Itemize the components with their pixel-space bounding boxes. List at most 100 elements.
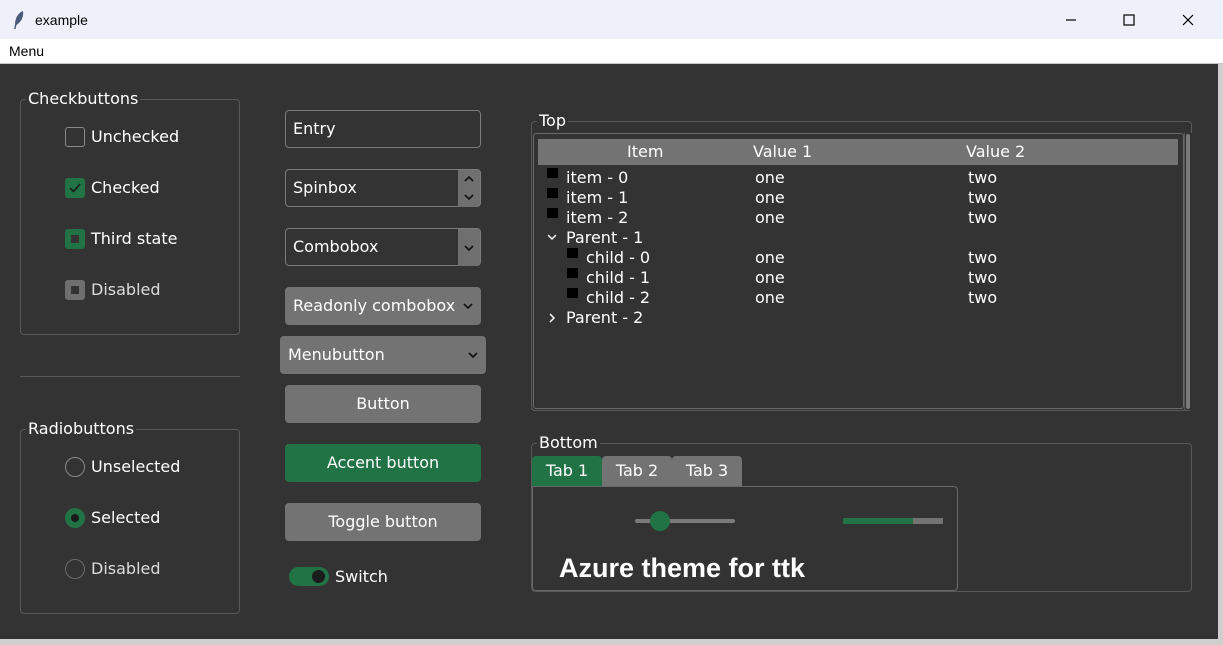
close-button[interactable]: [1159, 0, 1217, 39]
maximize-button[interactable]: [1100, 0, 1158, 39]
radio-disabled-label: Disabled: [91, 559, 161, 578]
tree-row[interactable]: child - 0 one two: [534, 248, 1174, 268]
chevron-down-icon: [463, 303, 473, 310]
column-header-item[interactable]: Item: [627, 142, 663, 162]
close-icon: [1182, 14, 1194, 25]
tree-cell-value-2: two: [968, 268, 998, 287]
treeview[interactable]: Item Value 1 Value 2 item - 0 one two it…: [533, 133, 1184, 409]
tree-cell-item: item - 1: [566, 188, 629, 207]
checkbox-unchecked-label: Unchecked: [91, 127, 180, 146]
menu-item-menu[interactable]: Menu: [9, 43, 44, 59]
treeview-scrollbar-thumb[interactable]: [1186, 134, 1190, 409]
progress-bar-fill: [843, 518, 913, 524]
entry-field[interactable]: Entry: [285, 110, 481, 148]
tree-cell-value-2: two: [968, 208, 998, 227]
menubutton-label: Menubutton: [288, 345, 385, 364]
checkbox-checked[interactable]: [65, 178, 85, 198]
tree-cell-item: Parent - 1: [566, 228, 644, 247]
checkbox-checked-label: Checked: [91, 178, 160, 197]
radio-unselected[interactable]: [65, 457, 85, 477]
switch-label: Switch: [335, 567, 388, 586]
readonly-combobox-value: Readonly combobox: [293, 296, 456, 315]
feather-icon: [14, 11, 24, 29]
checkbox-disabled-label: Disabled: [91, 280, 161, 299]
menu-bar: Menu: [0, 39, 1223, 64]
leaf-icon: [567, 288, 578, 298]
maximize-icon: [1123, 13, 1135, 26]
treeview-header: Item Value 1 Value 2: [538, 139, 1178, 165]
tree-row-parent[interactable]: Parent - 2: [534, 308, 1174, 328]
tree-cell-value-2: two: [968, 288, 998, 307]
checkmark-icon: [69, 183, 81, 193]
leaf-icon: [567, 248, 578, 258]
checkbox-unchecked[interactable]: [65, 127, 85, 147]
window-shadow-right: [1218, 64, 1223, 645]
entry-value: Entry: [293, 119, 336, 138]
tree-cell-item: child - 1: [586, 268, 651, 287]
tree-cell-item: Parent - 2: [566, 308, 644, 327]
combobox[interactable]: Combobox: [285, 228, 481, 266]
tree-cell-value-1: one: [755, 268, 785, 287]
minimize-button[interactable]: [1042, 0, 1100, 39]
top-frame-label: Top: [537, 111, 568, 130]
tree-cell-value-2: two: [968, 188, 998, 207]
chevron-down-icon[interactable]: [464, 193, 474, 201]
checkbox-disabled: [65, 280, 85, 300]
checkbox-third-state[interactable]: [65, 229, 85, 249]
column-header-value-1[interactable]: Value 1: [753, 142, 812, 162]
tree-row[interactable]: item - 0 one two: [534, 168, 1174, 188]
switch-toggle[interactable]: [289, 567, 329, 586]
separator: [20, 376, 240, 377]
checkbox-third-state-label: Third state: [91, 229, 178, 248]
spinbox-arrows: [458, 170, 480, 207]
toggle-button[interactable]: Toggle button: [285, 503, 481, 541]
tree-row[interactable]: child - 2 one two: [534, 288, 1174, 308]
tree-cell-item: item - 0: [566, 168, 629, 187]
combobox-arrow[interactable]: [458, 229, 480, 266]
leaf-icon: [547, 188, 558, 198]
tree-row[interactable]: item - 2 one two: [534, 208, 1174, 228]
chevron-down-icon: [468, 352, 478, 359]
leaf-icon: [547, 208, 558, 218]
tree-cell-value-2: two: [968, 248, 998, 267]
radiobuttons-frame-label: Radiobuttons: [26, 419, 137, 438]
tree-cell-item: child - 2: [586, 288, 651, 307]
tree-cell-value-1: one: [755, 208, 785, 227]
chevron-right-icon[interactable]: [549, 313, 556, 323]
chevron-down-icon: [464, 244, 474, 251]
tree-row[interactable]: child - 1 one two: [534, 268, 1174, 288]
tree-cell-value-2: two: [968, 168, 998, 187]
tree-cell-item: child - 0: [586, 248, 651, 267]
tree-cell-value-1: one: [755, 168, 785, 187]
title-bar: example: [0, 0, 1223, 39]
chevron-up-icon[interactable]: [464, 175, 474, 183]
radio-selected[interactable]: [65, 508, 85, 528]
window-title: example: [35, 12, 88, 28]
accent-button[interactable]: Accent button: [285, 444, 481, 482]
radio-unselected-label: Unselected: [91, 457, 181, 476]
window-shadow-bottom: [0, 639, 1223, 645]
leaf-icon: [567, 268, 578, 278]
menubutton[interactable]: Menubutton: [280, 336, 486, 374]
leaf-icon: [547, 168, 558, 178]
minimize-icon: [1066, 18, 1076, 21]
tree-cell-value-1: one: [755, 248, 785, 267]
button[interactable]: Button: [285, 385, 481, 423]
tab-3[interactable]: Tab 3: [672, 456, 742, 486]
heading-label: Azure theme for ttk: [559, 553, 806, 583]
tree-cell-value-1: one: [755, 288, 785, 307]
column-header-value-2[interactable]: Value 2: [966, 142, 1025, 162]
radio-disabled: [65, 559, 85, 579]
spinbox-value: Spinbox: [293, 178, 357, 197]
readonly-combobox[interactable]: Readonly combobox: [285, 287, 481, 325]
scale-slider-handle[interactable]: [650, 511, 670, 531]
tree-row[interactable]: item - 1 one two: [534, 188, 1174, 208]
bottom-frame-label: Bottom: [537, 433, 600, 452]
tree-row-parent[interactable]: Parent - 1: [534, 228, 1174, 248]
chevron-down-icon[interactable]: [547, 234, 557, 241]
tab-2[interactable]: Tab 2: [602, 456, 672, 486]
tree-cell-value-1: one: [755, 188, 785, 207]
tab-1[interactable]: Tab 1: [532, 456, 602, 486]
spinbox[interactable]: Spinbox: [285, 169, 481, 207]
tree-cell-item: item - 2: [566, 208, 629, 227]
